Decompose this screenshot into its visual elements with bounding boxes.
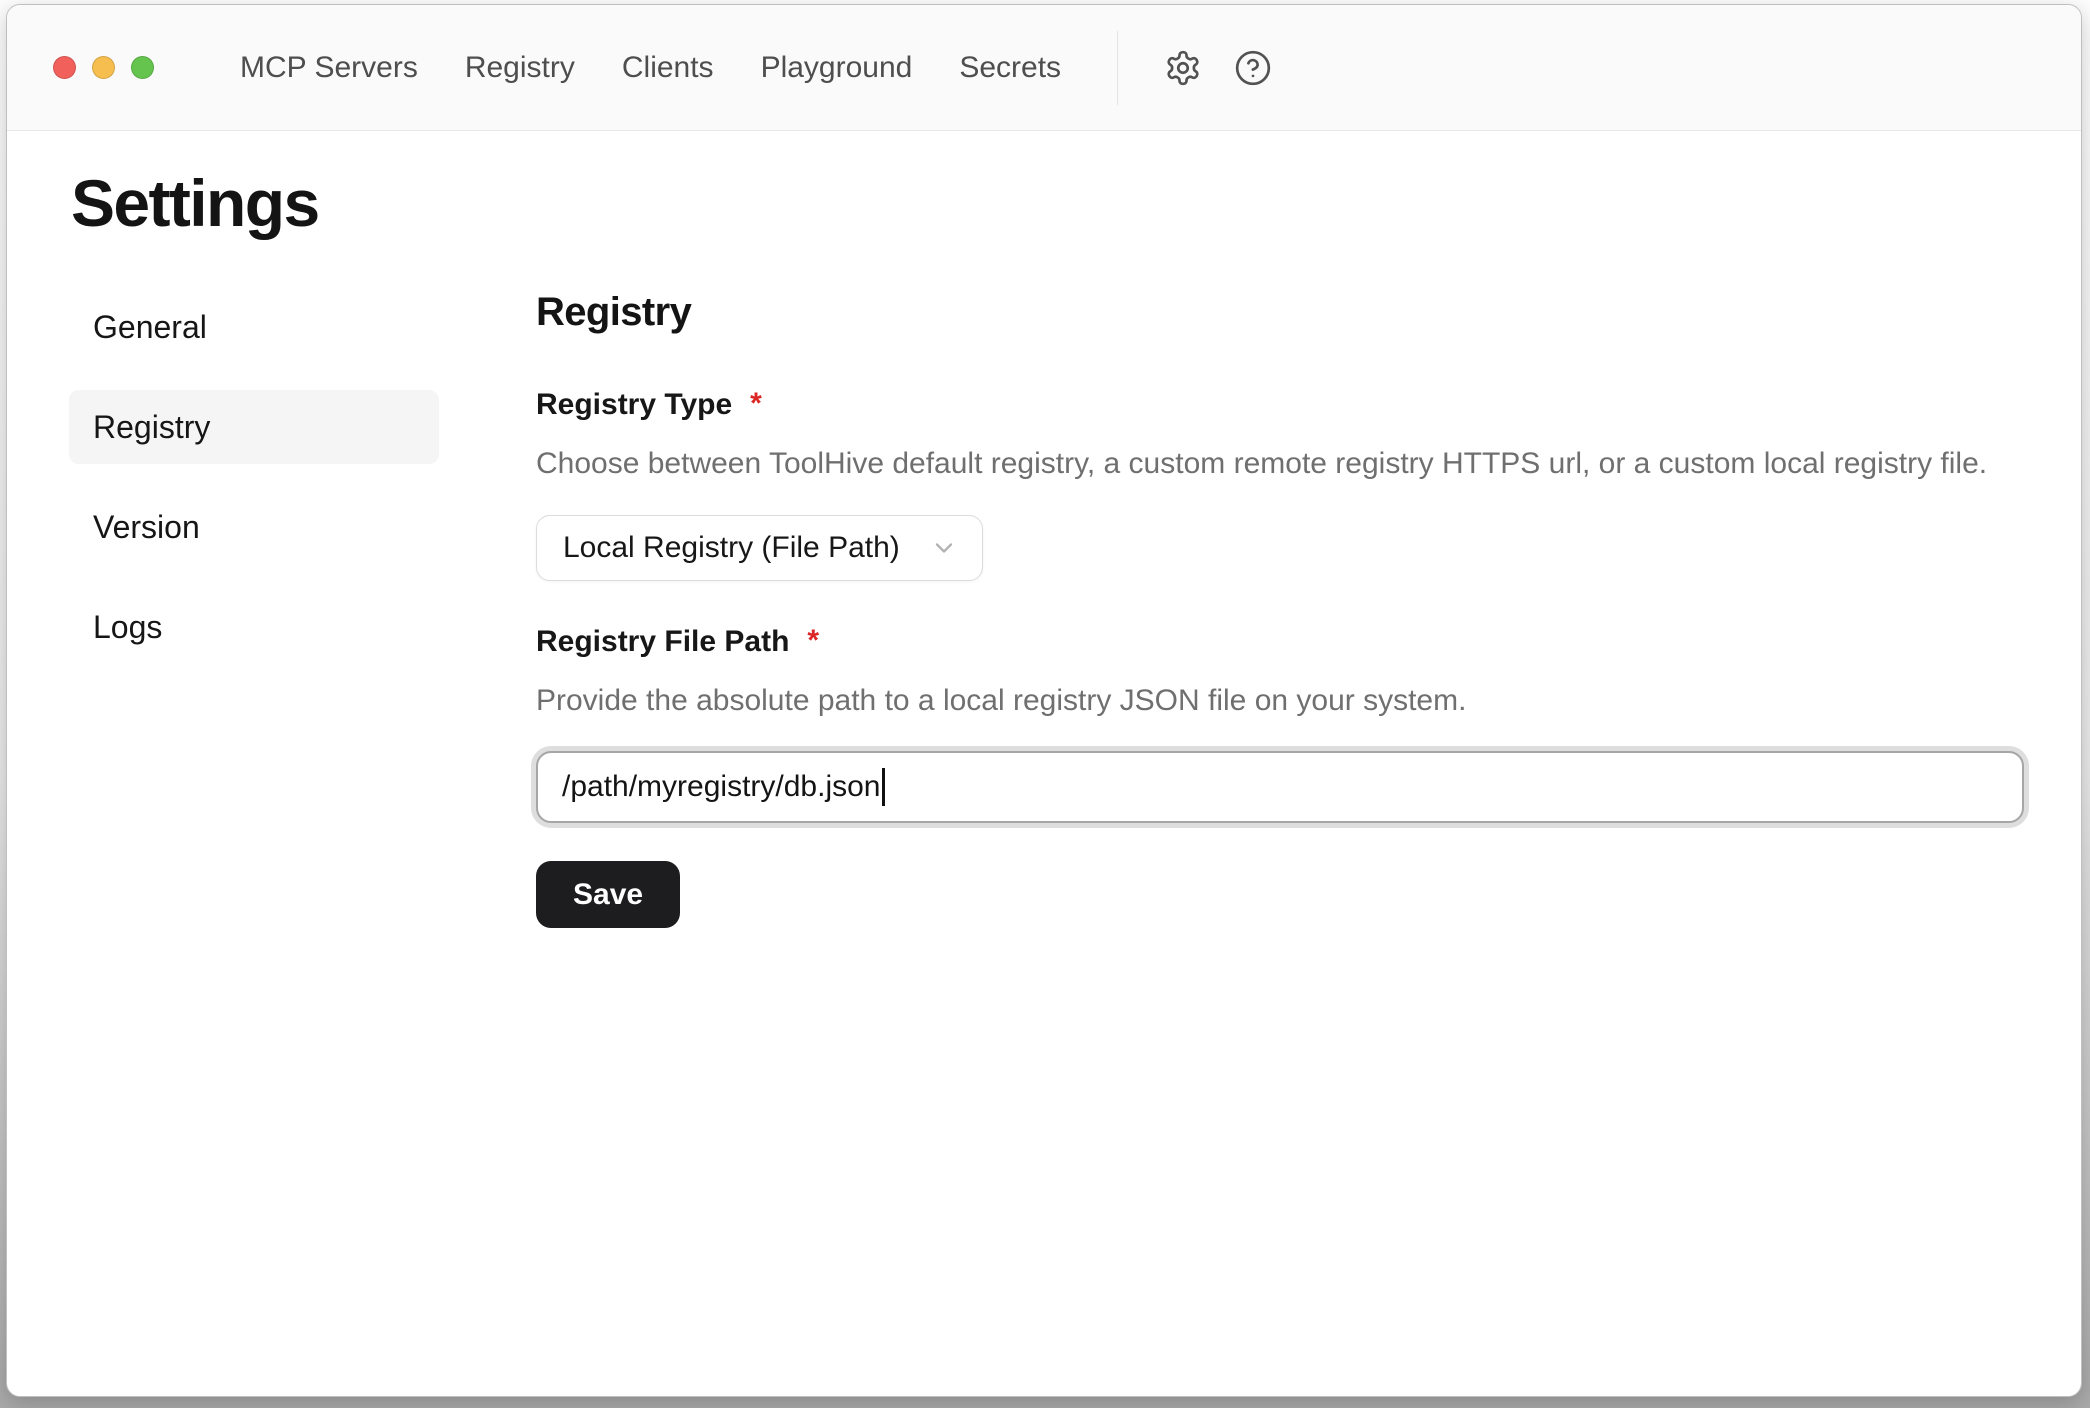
- app-window: MCP Servers Registry Clients Playground …: [6, 4, 2082, 1397]
- registry-type-select[interactable]: Local Registry (File Path): [536, 515, 983, 581]
- nav-item-playground[interactable]: Playground: [761, 53, 913, 83]
- section-heading: Registry: [536, 292, 2024, 332]
- sidebar-item-label: General: [93, 309, 207, 346]
- sidebar-item-label: Version: [93, 509, 200, 546]
- registry-file-path-value: /path/myregistry/db.json: [562, 770, 880, 804]
- registry-type-selected-value: Local Registry (File Path): [563, 531, 900, 565]
- page-title: Settings: [71, 169, 2024, 238]
- close-window-button[interactable]: [53, 56, 76, 79]
- registry-file-path-input[interactable]: /path/myregistry/db.json: [536, 751, 2024, 823]
- registry-settings-panel: Registry Registry Type * Choose between …: [536, 290, 2024, 928]
- sidebar-item-version[interactable]: Version: [69, 490, 439, 564]
- zoom-window-button[interactable]: [131, 56, 154, 79]
- sidebar-item-label: Logs: [93, 609, 162, 646]
- settings-gear-icon[interactable]: [1164, 49, 1202, 87]
- help-icon[interactable]: [1234, 49, 1272, 87]
- nav-item-secrets[interactable]: Secrets: [959, 53, 1061, 83]
- sidebar-item-general[interactable]: General: [69, 290, 439, 364]
- registry-type-description: Choose between ToolHive default registry…: [536, 444, 2024, 485]
- text-cursor: [882, 768, 885, 806]
- registry-file-path-label: Registry File Path: [536, 627, 789, 657]
- registry-type-label: Registry Type: [536, 390, 732, 420]
- sidebar-item-label: Registry: [93, 409, 210, 446]
- sidebar-item-registry[interactable]: Registry: [69, 390, 439, 464]
- settings-sidebar: General Registry Version Logs: [69, 290, 439, 690]
- registry-file-path-field: Registry File Path * Provide the absolut…: [536, 627, 2024, 824]
- registry-type-field: Registry Type * Choose between ToolHive …: [536, 390, 2024, 581]
- window-controls: [53, 56, 154, 79]
- save-button[interactable]: Save: [536, 861, 680, 928]
- sidebar-item-logs[interactable]: Logs: [69, 590, 439, 664]
- nav-item-clients[interactable]: Clients: [622, 53, 714, 83]
- minimize-window-button[interactable]: [92, 56, 115, 79]
- nav-item-registry[interactable]: Registry: [465, 53, 575, 83]
- required-asterisk: *: [807, 626, 819, 656]
- registry-file-path-description: Provide the absolute path to a local reg…: [536, 681, 2024, 722]
- settings-page: Settings General Registry Version Logs: [7, 169, 2081, 928]
- main-nav: MCP Servers Registry Clients Playground …: [240, 53, 1061, 83]
- chevron-down-icon: [930, 534, 958, 562]
- required-asterisk: *: [750, 389, 762, 419]
- titlebar-divider: [1117, 31, 1118, 105]
- titlebar: MCP Servers Registry Clients Playground …: [7, 5, 2081, 131]
- titlebar-icons: [1164, 49, 1272, 87]
- nav-item-mcp-servers[interactable]: MCP Servers: [240, 53, 418, 83]
